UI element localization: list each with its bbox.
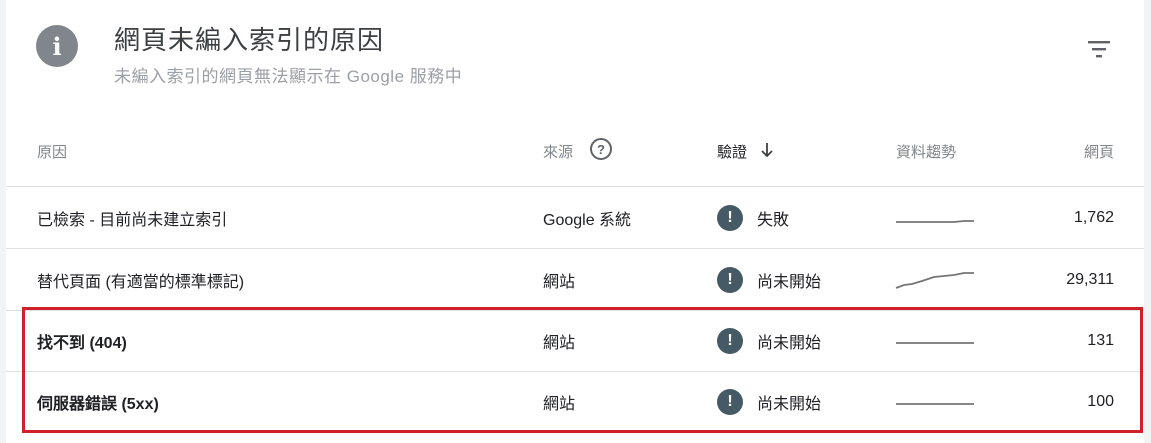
status-label: 尚未開始 <box>757 334 822 352</box>
exclamation-icon: ! <box>717 266 743 293</box>
exclamation-icon: ! <box>717 388 743 415</box>
help-icon[interactable]: ? <box>590 138 612 160</box>
table-row[interactable]: 找不到 (404) 網站 ! 尚未開始 131 <box>6 310 1144 372</box>
column-header-pages[interactable]: 網頁 <box>1084 141 1114 162</box>
pages-count: 1,762 <box>1073 208 1114 226</box>
table-row[interactable]: 替代頁面 (有適當的標準標記) 網站 ! 尚未開始 29,311 <box>6 249 1144 311</box>
filter-icon[interactable] <box>1086 38 1112 60</box>
index-reasons-card: i 網頁未編入索引的原因 未編入索引的網頁無法顯示在 Google 服務中 原因… <box>6 0 1144 443</box>
info-icon: i <box>36 25 78 67</box>
pages-count: 29,311 <box>1066 270 1114 288</box>
table-row[interactable]: 伺服器錯誤 (5xx) 網站 ! 尚未開始 100 <box>6 371 1144 432</box>
column-header-trend: 資料趨勢 <box>896 144 957 161</box>
sort-down-arrow-icon[interactable] <box>760 142 774 158</box>
status-cell: ! 失敗 <box>717 187 789 248</box>
reason-cell: 替代頁面 (有適當的標準標記) <box>37 273 245 291</box>
source-cell: 網站 <box>543 395 576 413</box>
source-cell: Google 系統 <box>543 211 632 229</box>
exclamation-icon: ! <box>717 204 743 231</box>
status-cell: ! 尚未開始 <box>717 371 821 432</box>
trend-sparkline <box>894 371 976 432</box>
card-title: 網頁未編入索引的原因 <box>114 25 385 55</box>
status-label: 尚未開始 <box>757 273 822 291</box>
source-cell: 網站 <box>543 334 576 352</box>
source-cell: 網站 <box>543 273 576 291</box>
status-cell: ! 尚未開始 <box>717 310 821 371</box>
status-label: 尚未開始 <box>757 395 822 413</box>
table-row[interactable]: 已檢索 - 目前尚未建立索引 Google 系統 ! 失敗 1,762 <box>6 187 1144 249</box>
column-header-reason[interactable]: 原因 <box>37 141 67 162</box>
exclamation-icon: ! <box>717 327 743 354</box>
reason-cell: 找不到 (404) <box>37 334 127 352</box>
pages-count: 100 <box>1087 392 1114 410</box>
status-cell: ! 尚未開始 <box>717 249 821 310</box>
column-header-validation[interactable]: 驗證 <box>717 141 747 162</box>
reason-cell: 伺服器錯誤 (5xx) <box>37 395 159 413</box>
reason-cell: 已檢索 - 目前尚未建立索引 <box>37 211 228 229</box>
pages-count: 131 <box>1087 331 1114 349</box>
status-label: 失敗 <box>757 211 790 229</box>
column-header-source[interactable]: 來源 <box>543 141 573 162</box>
trend-sparkline <box>894 310 976 371</box>
card-subtitle: 未編入索引的網頁無法顯示在 Google 服務中 <box>114 67 463 86</box>
trend-sparkline <box>894 187 976 248</box>
trend-sparkline <box>894 249 976 310</box>
